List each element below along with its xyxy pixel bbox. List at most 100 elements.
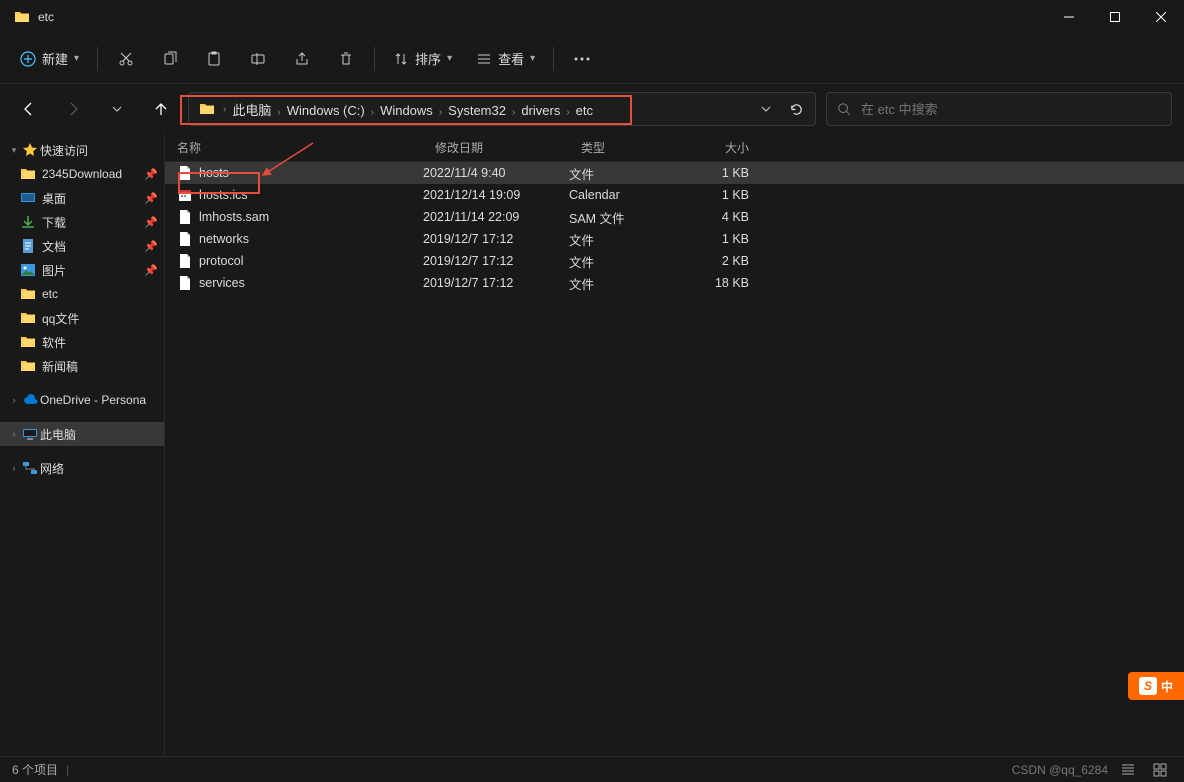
cut-button[interactable] bbox=[106, 42, 146, 76]
table-row[interactable]: protocol2019/12/7 17:12文件2 KB bbox=[165, 250, 1184, 272]
status-bar: 6 个项目 | CSDN @qq_6284 bbox=[0, 756, 1184, 782]
chevron-right-icon: › bbox=[8, 463, 20, 473]
file-name: hosts.ics bbox=[199, 188, 423, 202]
sidebar-item[interactable]: 2345Download📌 bbox=[0, 162, 164, 186]
download-icon bbox=[20, 214, 36, 230]
breadcrumb-item[interactable]: Windows (C:) bbox=[283, 103, 369, 118]
file-date: 2019/12/7 17:12 bbox=[423, 232, 569, 246]
sort-label: 排序 bbox=[415, 49, 441, 68]
column-type[interactable]: 类型 bbox=[569, 139, 689, 156]
sidebar-item-label: 桌面 bbox=[42, 190, 66, 207]
new-button[interactable]: 新建 ▾ bbox=[10, 42, 89, 76]
sidebar-quick-access[interactable]: ▾ 快速访问 bbox=[0, 138, 164, 162]
search-box[interactable] bbox=[826, 92, 1172, 126]
item-count: 6 个项目 bbox=[12, 761, 58, 778]
folder-icon bbox=[14, 9, 30, 25]
file-icon bbox=[177, 165, 193, 181]
column-size[interactable]: 大小 bbox=[689, 139, 759, 156]
file-type: Calendar bbox=[569, 188, 689, 202]
table-row[interactable]: services2019/12/7 17:12文件18 KB bbox=[165, 272, 1184, 294]
forward-button[interactable] bbox=[56, 92, 90, 126]
sidebar-onedrive[interactable]: › OneDrive - Persona bbox=[0, 388, 164, 412]
paste-button[interactable] bbox=[194, 42, 234, 76]
history-button[interactable] bbox=[751, 94, 781, 124]
sidebar-item[interactable]: 桌面 📌 bbox=[0, 186, 164, 210]
sidebar-item[interactable]: 图片 📌 bbox=[0, 258, 164, 282]
file-type: 文件 bbox=[569, 274, 689, 293]
copy-button[interactable] bbox=[150, 42, 190, 76]
up-button[interactable] bbox=[144, 92, 178, 126]
column-headers: 名称 修改日期 类型 大小 bbox=[165, 134, 1184, 162]
table-row[interactable]: networks2019/12/7 17:12文件1 KB bbox=[165, 228, 1184, 250]
file-size: 4 KB bbox=[689, 210, 759, 224]
desktop-icon bbox=[20, 190, 36, 206]
pin-icon: 📌 bbox=[144, 168, 158, 181]
window-title: etc bbox=[38, 10, 54, 24]
table-row[interactable]: hosts2022/11/4 9:40文件1 KB bbox=[165, 162, 1184, 184]
folder-icon bbox=[20, 334, 36, 350]
chevron-right-icon: › bbox=[369, 107, 376, 118]
delete-button[interactable] bbox=[326, 42, 366, 76]
search-icon bbox=[837, 102, 851, 116]
sidebar-item[interactable]: qq文件 bbox=[0, 306, 164, 330]
sidebar-item[interactable]: 文档📌 bbox=[0, 234, 164, 258]
refresh-button[interactable] bbox=[781, 94, 811, 124]
search-input[interactable] bbox=[861, 102, 1161, 117]
ime-text: 中 bbox=[1161, 678, 1173, 695]
toolbar: 新建 ▾ 排序 ▾ 查看 ▾ bbox=[0, 34, 1184, 84]
file-type: 文件 bbox=[569, 230, 689, 249]
file-size: 18 KB bbox=[689, 276, 759, 290]
sidebar-item-label: 软件 bbox=[42, 334, 66, 351]
sidebar-item-label: 图片 bbox=[42, 262, 66, 279]
file-date: 2019/12/7 17:12 bbox=[423, 254, 569, 268]
sidebar-item[interactable]: 下载📌 bbox=[0, 210, 164, 234]
breadcrumb-item[interactable]: 此电脑 bbox=[228, 103, 275, 118]
file-name: networks bbox=[199, 232, 423, 246]
breadcrumb-item[interactable]: Windows bbox=[376, 103, 437, 118]
sidebar-this-pc[interactable]: › 此电脑 bbox=[0, 422, 164, 446]
sidebar-label: 此电脑 bbox=[40, 426, 76, 443]
chevron-right-icon: › bbox=[8, 429, 20, 439]
file-type: 文件 bbox=[569, 252, 689, 271]
file-type: SAM 文件 bbox=[569, 208, 689, 227]
maximize-button[interactable] bbox=[1092, 0, 1138, 34]
sidebar-label: 网络 bbox=[40, 460, 64, 477]
view-label: 查看 bbox=[498, 49, 524, 68]
close-button[interactable] bbox=[1138, 0, 1184, 34]
file-name: hosts bbox=[199, 166, 423, 180]
column-date[interactable]: 修改日期 bbox=[423, 139, 569, 156]
breadcrumb-item[interactable]: System32 bbox=[444, 103, 510, 118]
sidebar-item[interactable]: etc bbox=[0, 282, 164, 306]
sort-button[interactable]: 排序 ▾ bbox=[383, 42, 462, 76]
view-button[interactable]: 查看 ▾ bbox=[466, 42, 545, 76]
sidebar-network[interactable]: › 网络 bbox=[0, 456, 164, 480]
breadcrumb-item[interactable]: drivers bbox=[517, 103, 564, 118]
file-icon bbox=[177, 253, 193, 269]
sidebar-item[interactable]: 新闻稿 bbox=[0, 354, 164, 378]
nav-row: › 此电脑›Windows (C:)›Windows›System32›driv… bbox=[0, 84, 1184, 134]
share-button[interactable] bbox=[282, 42, 322, 76]
table-row[interactable]: hosts.ics2021/12/14 19:09Calendar1 KB bbox=[165, 184, 1184, 206]
file-size: 2 KB bbox=[689, 254, 759, 268]
address-bar[interactable]: › 此电脑›Windows (C:)›Windows›System32›driv… bbox=[188, 92, 816, 126]
sidebar-item-label: 下载 bbox=[42, 214, 66, 231]
more-button[interactable] bbox=[562, 42, 602, 76]
star-icon bbox=[22, 142, 38, 158]
minimize-button[interactable] bbox=[1046, 0, 1092, 34]
pin-icon: 📌 bbox=[144, 264, 158, 277]
chevron-down-icon: ▾ bbox=[8, 145, 20, 156]
rename-button[interactable] bbox=[238, 42, 278, 76]
file-size: 1 KB bbox=[689, 188, 759, 202]
thumbnails-view-button[interactable] bbox=[1148, 760, 1172, 780]
sidebar-item[interactable]: 软件 bbox=[0, 330, 164, 354]
recent-button[interactable] bbox=[100, 92, 134, 126]
table-row[interactable]: lmhosts.sam2021/11/14 22:09SAM 文件4 KB bbox=[165, 206, 1184, 228]
breadcrumb-item[interactable]: etc bbox=[572, 103, 597, 118]
back-button[interactable] bbox=[12, 92, 46, 126]
ime-s-icon: S bbox=[1139, 677, 1157, 695]
column-name[interactable]: 名称 bbox=[165, 139, 423, 156]
pin-icon: 📌 bbox=[144, 192, 158, 205]
file-date: 2021/12/14 19:09 bbox=[423, 188, 569, 202]
details-view-button[interactable] bbox=[1116, 760, 1140, 780]
ime-badge[interactable]: S 中 bbox=[1128, 672, 1184, 700]
